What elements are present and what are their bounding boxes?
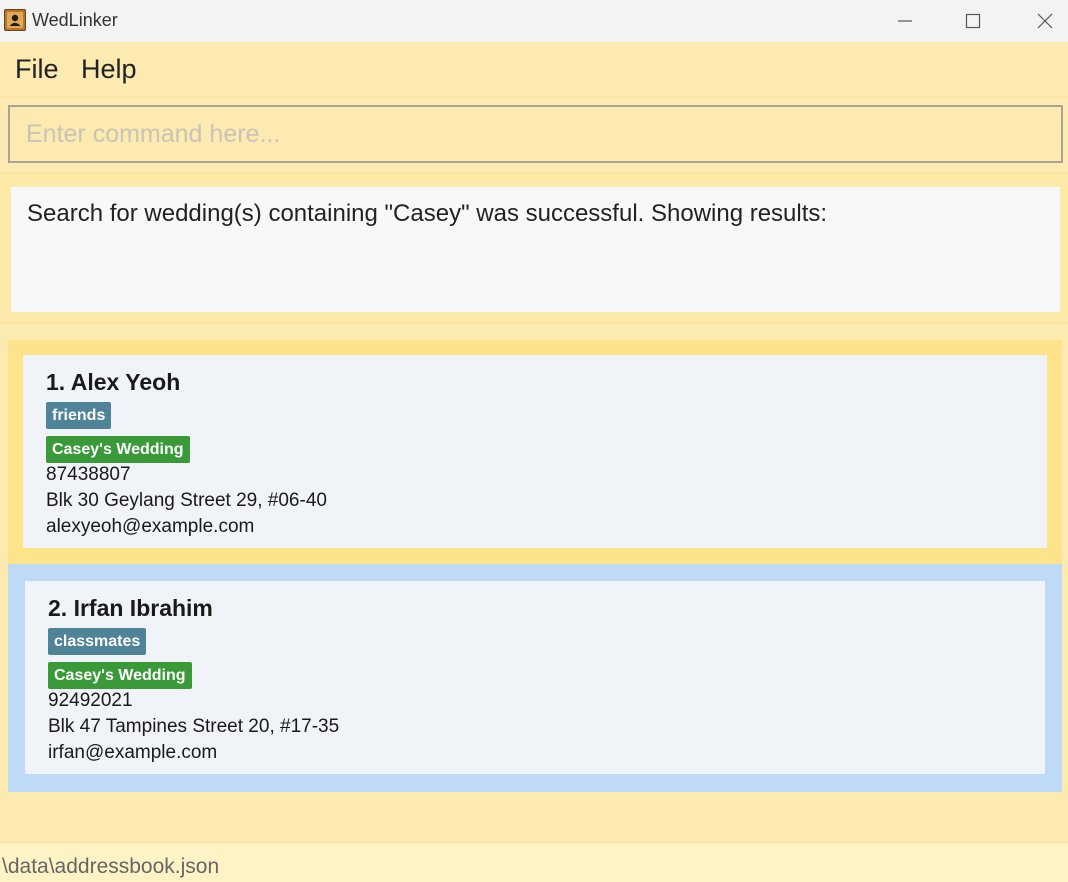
person-address: Blk 30 Geylang Street 29, #06-40 — [46, 490, 327, 511]
wedding-badge: Casey's Wedding — [48, 662, 192, 689]
menu-bar: File Help — [0, 42, 1068, 98]
command-input[interactable] — [8, 105, 1063, 163]
tag-badge: friends — [46, 402, 112, 429]
command-box — [0, 98, 1068, 170]
person-name: 2. Irfan Ibrahim — [48, 595, 213, 621]
wedding-badge: Casey's Wedding — [46, 436, 190, 463]
tag-badge: classmates — [48, 628, 147, 655]
person-card: 2. Irfan Ibrahim classmates Casey's Wedd… — [25, 581, 1045, 774]
person-list[interactable]: 1. Alex Yeoh friends Casey's Wedding 874… — [0, 326, 1068, 842]
person-name: 1. Alex Yeoh — [46, 369, 181, 395]
menu-file[interactable]: File — [15, 54, 59, 85]
person-phone: 87438807 — [46, 464, 131, 485]
list-item[interactable]: 1. Alex Yeoh friends Casey's Wedding 874… — [8, 340, 1062, 564]
save-location: \data\addressbook.json — [2, 855, 220, 878]
result-display: Search for wedding(s) containing "Casey"… — [11, 187, 1060, 312]
address-book-icon — [4, 9, 26, 31]
maximize-icon[interactable] — [950, 0, 996, 42]
minimize-icon[interactable] — [882, 0, 928, 42]
person-card: 1. Alex Yeoh friends Casey's Wedding 874… — [23, 355, 1047, 548]
person-address: Blk 47 Tampines Street 20, #17-35 — [48, 716, 340, 737]
person-email: alexyeoh@example.com — [46, 516, 255, 537]
list-item[interactable]: 2. Irfan Ibrahim classmates Casey's Wedd… — [8, 564, 1062, 792]
result-panel: Search for wedding(s) containing "Casey"… — [0, 172, 1068, 324]
person-email: irfan@example.com — [48, 742, 218, 763]
menu-help[interactable]: Help — [81, 54, 137, 85]
close-icon[interactable] — [1022, 0, 1068, 42]
window-title: WedLinker — [32, 10, 118, 30]
status-bar: \data\addressbook.json — [0, 842, 1068, 882]
person-phone: 92492021 — [48, 690, 133, 711]
title-bar: WedLinker — [0, 0, 1068, 42]
